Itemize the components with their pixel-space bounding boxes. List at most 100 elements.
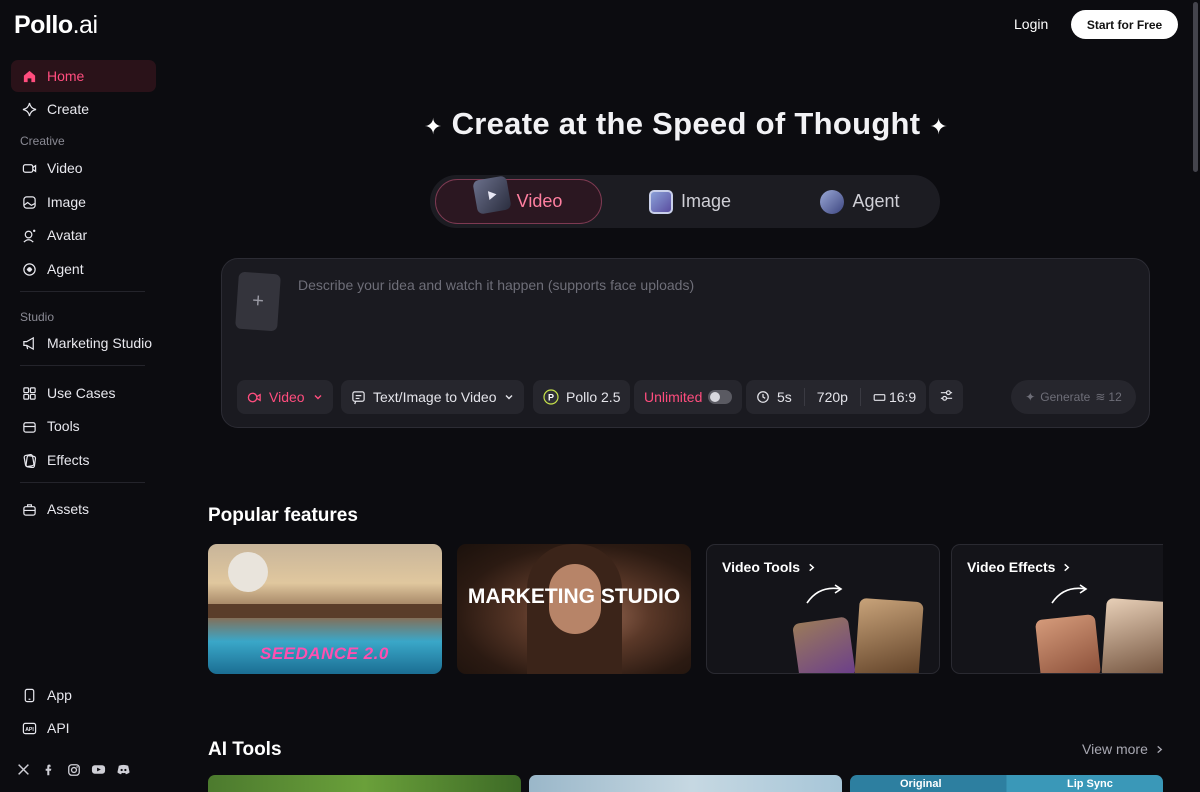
facebook-icon[interactable] [41, 762, 56, 777]
model-select[interactable]: P Pollo 2.5 [533, 380, 631, 414]
sidebar-item-tools[interactable]: Tools [11, 410, 156, 442]
video-effects-card[interactable]: Video Effects [951, 544, 1163, 674]
sidebar-item-label: Video [47, 160, 83, 176]
prompt-panel: + Video Text/Image to Video P Pollo 2.5 … [221, 258, 1150, 428]
marketing-studio-card[interactable]: MARKETING STUDIO [457, 544, 691, 674]
clock-icon [756, 390, 770, 404]
creative-section-label: Creative [20, 134, 65, 148]
upload-button[interactable]: + [235, 271, 281, 332]
sidebar-item-label: Tools [47, 418, 80, 434]
mode-select[interactable]: Video [237, 380, 333, 414]
sidebar-item-assets[interactable]: Assets [11, 493, 156, 525]
sidebar-item-api[interactable]: API API [11, 712, 156, 744]
view-more-link[interactable]: View more [1082, 741, 1164, 757]
generate-button[interactable]: ✦ Generate ≋ 12 [1011, 380, 1136, 414]
grid-icon [21, 385, 37, 401]
resolution-select[interactable]: 720p [817, 389, 848, 405]
marketing-studio-label: MARKETING STUDIO [467, 585, 681, 608]
lip-sync-label: Lip Sync [1067, 778, 1113, 790]
tab-agent[interactable]: Agent [800, 179, 920, 224]
seedance-feature-card[interactable]: SEEDANCE 2.0 [208, 544, 442, 674]
briefcase-icon [21, 501, 37, 517]
sidebar-item-label: Agent [47, 261, 84, 277]
sparkle-icon [21, 101, 37, 117]
sidebar-item-marketing-studio[interactable]: Marketing Studio [11, 327, 156, 359]
sidebar-divider [20, 365, 145, 366]
lip-sync-tool-card[interactable]: Original Lip Sync [850, 775, 1163, 792]
video-tools-card[interactable]: Video Tools [706, 544, 940, 674]
sidebar-item-label: API [47, 720, 70, 736]
video-tools-label: Video Tools [722, 559, 816, 575]
sidebar-item-label: Marketing Studio [47, 335, 153, 351]
instagram-icon[interactable] [66, 762, 81, 777]
sidebar-item-video[interactable]: Video [11, 152, 156, 184]
agent-icon [21, 261, 37, 277]
sidebar: Pollo.ai Home Create Creative Video Imag… [0, 0, 168, 792]
advanced-settings-button[interactable] [929, 380, 963, 414]
home-icon [21, 68, 37, 84]
sidebar-divider [20, 291, 145, 292]
hero-title: ✦ Create at the Speed of Thought ✦ [423, 106, 949, 141]
cards-icon [21, 452, 37, 468]
sidebar-item-avatar[interactable]: Avatar [11, 219, 156, 251]
image-icon [21, 194, 37, 210]
credit-icon: ≋ [1095, 390, 1106, 404]
unlimited-toggle[interactable]: Unlimited [634, 380, 742, 414]
sparkle-icon: ✦ [929, 114, 949, 139]
plus-icon: + [251, 289, 265, 313]
curved-arrow-icon [1051, 584, 1088, 604]
page-scrollbar[interactable] [1193, 2, 1198, 172]
robot-icon [820, 189, 845, 214]
thumbnail-after [1101, 597, 1163, 673]
login-link[interactable]: Login [1014, 16, 1048, 32]
sidebar-item-label: Assets [47, 501, 90, 517]
youtube-icon[interactable] [91, 762, 106, 777]
sidebar-item-label: Avatar [47, 227, 88, 243]
duration-select[interactable]: 5s [777, 389, 792, 405]
source-select[interactable]: Text/Image to Video [341, 380, 525, 414]
x-icon[interactable] [16, 762, 31, 777]
pollo-model-icon: P [543, 389, 559, 405]
svg-text:P: P [548, 393, 554, 403]
chevron-right-icon [1062, 563, 1071, 572]
ai-tools-title: AI Tools [208, 739, 282, 760]
toggle-switch[interactable] [708, 390, 732, 404]
sidebar-item-label: Effects [47, 452, 90, 468]
seedance-label: SEEDANCE 2.0 [260, 644, 389, 663]
sidebar-item-label: Home [47, 68, 85, 84]
sidebar-item-app[interactable]: App [11, 679, 156, 711]
discord-icon[interactable] [116, 762, 131, 777]
sidebar-item-agent[interactable]: Agent [11, 253, 156, 285]
video-icon [21, 160, 37, 176]
tab-video[interactable]: Video [435, 174, 602, 224]
sliders-icon [939, 388, 954, 406]
image-icon [648, 189, 673, 214]
pollo-logo[interactable]: Pollo.ai [14, 11, 98, 40]
separator [803, 388, 805, 406]
megaphone-icon [21, 335, 37, 351]
sidebar-item-label: Create [47, 101, 90, 117]
aspect-ratio-icon [873, 391, 886, 404]
tab-image[interactable]: Image [630, 179, 750, 224]
sidebar-item-use-cases[interactable]: Use Cases [11, 377, 156, 409]
video-settings: 5s 720p 16:9 [746, 380, 927, 414]
sparkle-icon: ✦ [1025, 390, 1036, 404]
start-for-free-button[interactable]: Start for Free [1071, 10, 1178, 39]
ai-tool-card[interactable] [208, 775, 521, 792]
toolbox-icon [21, 418, 37, 434]
popular-features-title: Popular features [208, 505, 358, 526]
avatar-icon [21, 227, 37, 243]
sidebar-item-home[interactable]: Home [11, 60, 156, 92]
ai-tool-card[interactable] [529, 775, 842, 792]
sidebar-item-image[interactable]: Image [11, 186, 156, 218]
aspect-ratio-select[interactable]: 16:9 [889, 389, 916, 405]
prompt-input[interactable] [298, 275, 1098, 295]
sidebar-item-create[interactable]: Create [11, 93, 156, 125]
thumbnail-before [1034, 614, 1102, 673]
social-links [16, 762, 131, 777]
original-label: Original [900, 778, 942, 790]
thumbnail-after [854, 597, 924, 673]
sidebar-item-effects[interactable]: Effects [11, 444, 156, 476]
chevron-down-icon [504, 392, 514, 402]
sidebar-divider [20, 482, 145, 483]
